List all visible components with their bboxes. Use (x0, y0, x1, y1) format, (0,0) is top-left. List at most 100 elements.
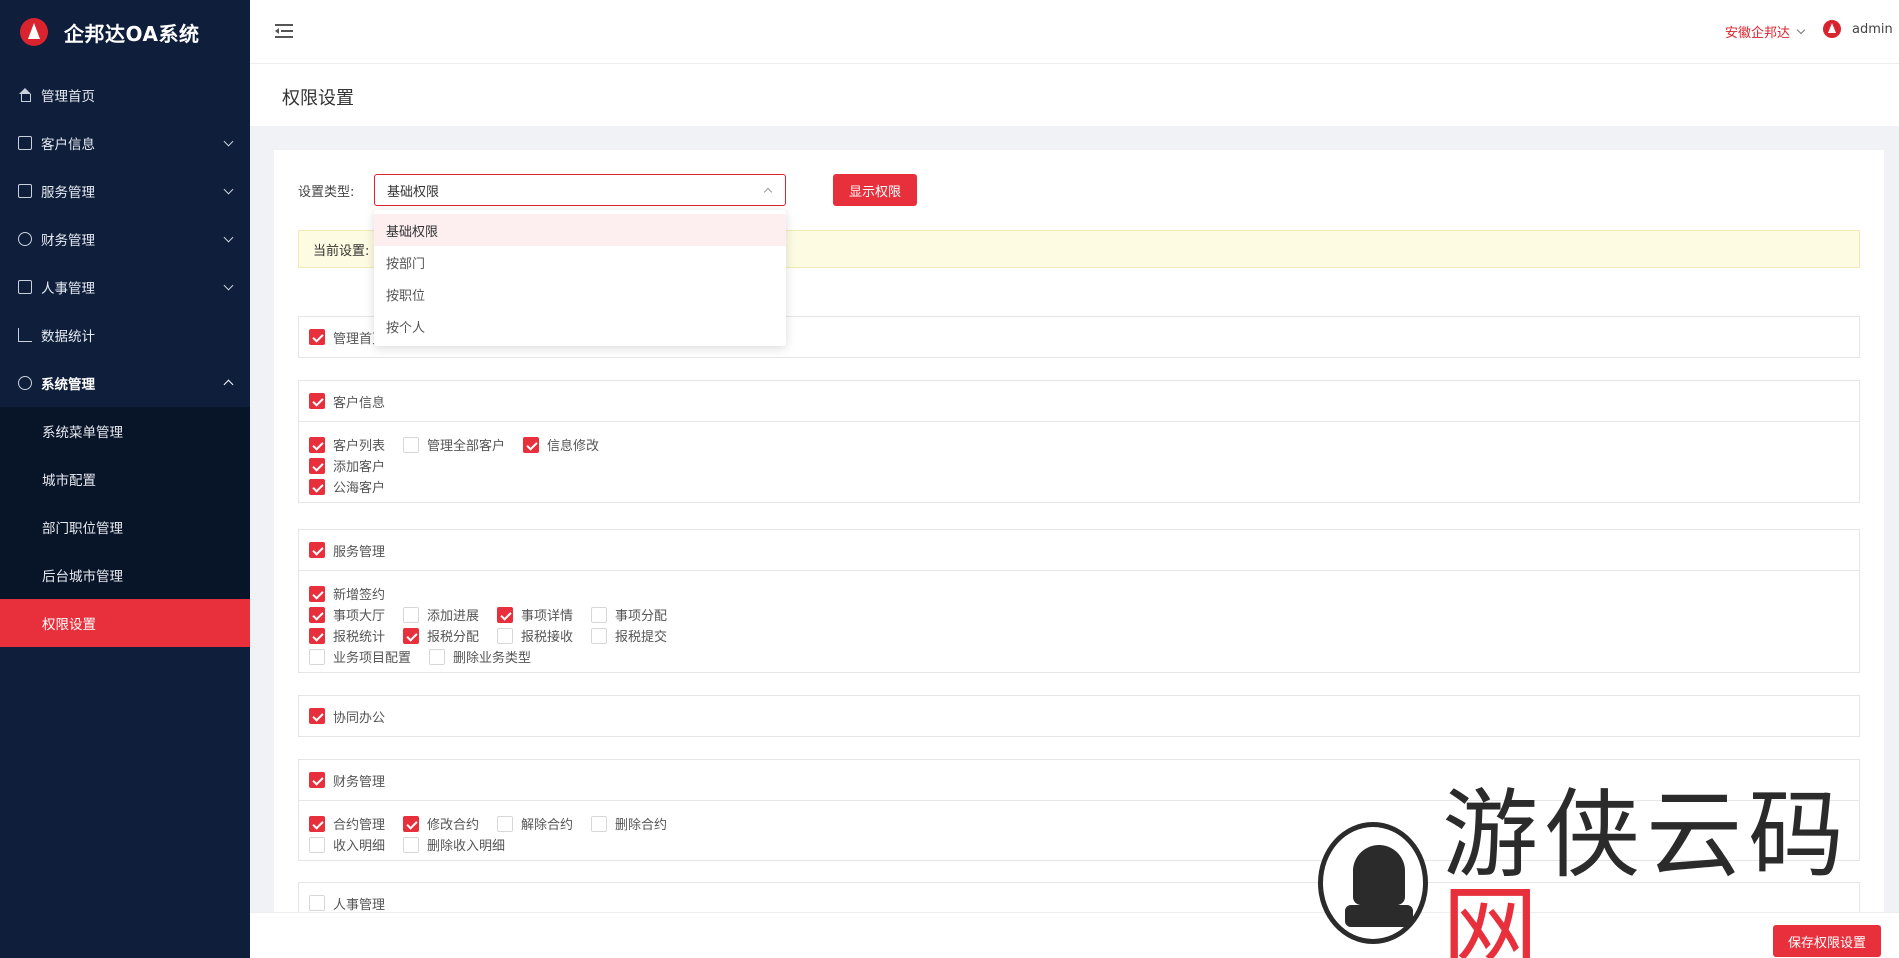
username: admin (1852, 21, 1893, 37)
permission-group: 协同办公 (298, 695, 1860, 737)
permission-checkbox[interactable]: 收入明细 (309, 835, 385, 854)
permission-checkbox[interactable]: 解除合约 (497, 814, 573, 833)
permission-label: 新增签约 (333, 588, 386, 603)
permission-checkbox[interactable]: 报税分配 (403, 626, 479, 645)
permission-checkbox[interactable]: 删除合约 (591, 814, 667, 833)
checkbox-checked-icon[interactable] (523, 436, 540, 453)
app-logo[interactable]: 企邦达OA系统 (0, 0, 250, 64)
top-header: 安徽企邦达 admin (250, 0, 1899, 64)
permission-checkbox[interactable]: 报税统计 (309, 626, 385, 645)
permission-checkbox[interactable]: 新增签约 (309, 584, 385, 603)
submenu-item-dept-position[interactable]: 部门职位管理 (0, 503, 250, 551)
dropdown-option[interactable]: 基础权限 (374, 214, 786, 246)
permission-checkbox[interactable]: 修改合约 (403, 814, 479, 833)
company-name: 安徽企邦达 (1725, 26, 1791, 41)
type-select[interactable]: 基础权限 (374, 174, 786, 206)
checkbox-checked-icon[interactable] (309, 436, 325, 453)
permission-checkbox[interactable]: 公海客户 (309, 477, 385, 496)
permission-checkbox[interactable]: 添加客户 (309, 456, 385, 475)
sidebar-item-system[interactable]: 系统管理 (0, 359, 250, 407)
checkbox-unchecked-icon[interactable] (403, 606, 420, 623)
checkbox-unchecked-icon[interactable] (591, 627, 608, 644)
checkbox-checked-icon[interactable] (309, 478, 325, 495)
submenu-item-permissions[interactable]: 权限设置 (0, 599, 250, 647)
page-title-bar: 权限设置 (250, 64, 1899, 126)
permission-group: 客户信息客户列表 管理全部客户 信息修改添加客户公海客户 (298, 380, 1860, 503)
submenu-item-backend-city[interactable]: 后台城市管理 (0, 551, 250, 599)
permission-checkbox[interactable]: 管理全部客户 (403, 435, 505, 454)
dropdown-option[interactable]: 按职位 (374, 278, 786, 310)
checkbox-unchecked-icon[interactable] (403, 836, 420, 853)
checkbox-checked-icon[interactable] (309, 708, 325, 724)
checkbox-checked-icon[interactable] (309, 606, 325, 623)
permission-checkbox[interactable]: 事项分配 (591, 605, 667, 624)
permission-checkbox[interactable]: 业务项目配置 (309, 647, 411, 666)
group-checkbox[interactable]: 服务管理 (309, 541, 385, 560)
permission-checkbox[interactable]: 删除收入明细 (403, 835, 505, 854)
group-checkbox[interactable]: 协同办公 (309, 707, 385, 726)
permission-checkbox[interactable]: 报税接收 (497, 626, 573, 645)
checkbox-checked-icon[interactable] (403, 815, 420, 832)
sidebar-item-label: 服务管理 (41, 185, 95, 201)
user-menu[interactable]: admin (1823, 20, 1893, 38)
checkbox-unchecked-icon[interactable] (591, 606, 608, 623)
permission-group-body: 客户列表 管理全部客户 信息修改添加客户公海客户 (299, 421, 1859, 502)
checkbox-checked-icon[interactable] (309, 627, 325, 644)
checkbox-checked-icon[interactable] (309, 457, 325, 474)
sidebar: 企邦达OA系统 管理首页 客户信息 服务管理 财务管理 人事管理 数据统计 系统… (0, 0, 250, 958)
group-checkbox[interactable]: 人事管理 (309, 894, 385, 913)
chevron-down-icon (223, 232, 234, 242)
group-checkbox[interactable]: 客户信息 (309, 392, 385, 411)
checkbox-unchecked-icon[interactable] (497, 627, 514, 644)
sidebar-item-label: 人事管理 (41, 281, 95, 297)
checkbox-checked-icon[interactable] (309, 585, 325, 602)
dropdown-option[interactable]: 按部门 (374, 246, 786, 278)
sidebar-item-services[interactable]: 服务管理 (0, 167, 250, 215)
permission-group-header: 协同办公 (299, 696, 1859, 736)
checkbox-checked-icon[interactable] (497, 606, 514, 623)
checkbox-unchecked-icon[interactable] (309, 836, 325, 853)
checkbox-unchecked-icon[interactable] (309, 895, 325, 911)
permission-checkbox[interactable]: 删除业务类型 (429, 647, 531, 666)
sidebar-item-home[interactable]: 管理首页 (0, 71, 250, 119)
type-label: 设置类型: (298, 184, 355, 200)
sidebar-item-hr[interactable]: 人事管理 (0, 263, 250, 311)
permission-checkbox[interactable]: 添加进展 (403, 605, 479, 624)
checkbox-unchecked-icon[interactable] (403, 436, 420, 453)
permission-label: 收入明细 (333, 839, 386, 854)
checkbox-unchecked-icon[interactable] (429, 648, 446, 665)
show-permissions-button[interactable]: 显示权限 (833, 174, 918, 206)
watermark-text-red: 网 (1442, 875, 1545, 958)
sidebar-item-stats[interactable]: 数据统计 (0, 311, 250, 359)
sidebar-item-customers[interactable]: 客户信息 (0, 119, 250, 167)
permission-row: 业务项目配置 删除业务类型 (309, 646, 1849, 667)
permission-label: 报税统计 (333, 630, 386, 645)
checkbox-unchecked-icon[interactable] (591, 815, 608, 832)
permission-label: 公海客户 (333, 481, 386, 496)
group-checkbox[interactable]: 财务管理 (309, 771, 385, 790)
permission-checkbox[interactable]: 报税提交 (591, 626, 667, 645)
permission-checkbox[interactable]: 合约管理 (309, 814, 385, 833)
checkbox-checked-icon[interactable] (309, 329, 325, 345)
submenu-item-menu-manage[interactable]: 系统菜单管理 (0, 407, 250, 455)
checkbox-checked-icon[interactable] (309, 542, 325, 558)
sidebar-item-label: 系统管理 (41, 377, 95, 393)
permission-checkbox[interactable]: 事项详情 (497, 605, 573, 624)
checkbox-unchecked-icon[interactable] (309, 648, 325, 665)
sidebar-item-finance[interactable]: 财务管理 (0, 215, 250, 263)
permission-checkbox[interactable]: 信息修改 (523, 435, 599, 454)
dropdown-option[interactable]: 按个人 (374, 310, 786, 342)
company-switcher[interactable]: 安徽企邦达 (1725, 22, 1806, 41)
permission-checkbox[interactable]: 事项大厅 (309, 605, 385, 624)
permission-checkbox[interactable]: 客户列表 (309, 435, 385, 454)
permission-group-header: 服务管理 (299, 530, 1859, 570)
checkbox-checked-icon[interactable] (403, 627, 420, 644)
app-name: 企邦达OA系统 (64, 21, 200, 46)
checkbox-checked-icon[interactable] (309, 393, 325, 409)
checkbox-checked-icon[interactable] (309, 772, 325, 788)
collapse-menu-icon[interactable] (275, 24, 293, 38)
checkbox-checked-icon[interactable] (309, 815, 325, 832)
submenu-item-city-config[interactable]: 城市配置 (0, 455, 250, 503)
checkbox-unchecked-icon[interactable] (497, 815, 514, 832)
group-title: 服务管理 (333, 544, 386, 560)
